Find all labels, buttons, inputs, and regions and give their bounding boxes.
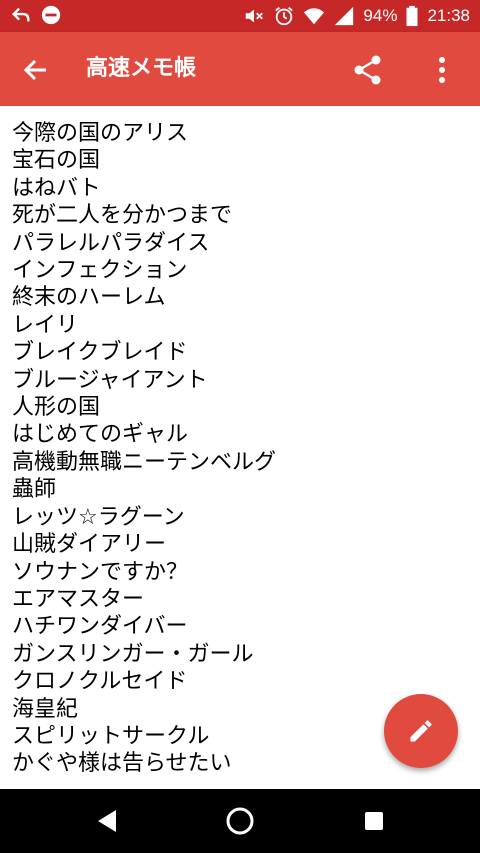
nav-recents-icon bbox=[365, 812, 383, 830]
back-arrow-icon bbox=[10, 4, 32, 26]
nav-home-button[interactable] bbox=[224, 805, 256, 837]
nav-home-icon bbox=[226, 807, 254, 835]
nav-back-icon bbox=[98, 810, 116, 832]
memo-editor[interactable]: 今際の国のアリス 宝石の国 はねバト 死が二人を分かつまで パラレルパラダイス … bbox=[0, 106, 480, 789]
more-vert-icon bbox=[439, 57, 445, 83]
share-button[interactable] bbox=[350, 52, 386, 88]
memo-line: ガンスリンガー・ガール bbox=[12, 641, 254, 667]
alarm-icon bbox=[273, 5, 295, 27]
app-toolbar: 高速メモ帳 bbox=[0, 32, 480, 106]
share-icon bbox=[354, 55, 381, 85]
memo-line: レッツ☆ラグーン bbox=[12, 504, 185, 530]
wifi-icon bbox=[303, 5, 325, 27]
do-not-disturb-icon bbox=[40, 4, 62, 26]
back-arrow-icon bbox=[23, 59, 46, 81]
edit-fab-button[interactable] bbox=[384, 694, 458, 768]
memo-line: ソウナンですか？ bbox=[12, 559, 189, 585]
mute-icon bbox=[243, 5, 265, 27]
clock: 21:38 bbox=[427, 6, 470, 25]
memo-line: 高機動無職ニーテンベルグ bbox=[12, 449, 277, 475]
memo-line: インフェクション bbox=[12, 258, 188, 284]
pencil-edit-icon bbox=[410, 720, 432, 742]
page-title: 高速メモ帳 bbox=[86, 56, 197, 81]
memo-line: レイリ bbox=[12, 312, 79, 338]
memo-line: パラレルパラダイス bbox=[12, 230, 210, 256]
system-nav-bar bbox=[0, 789, 480, 853]
signal-icon bbox=[333, 5, 355, 27]
memo-line: はねバト bbox=[12, 175, 101, 201]
memo-line: 死が二人を分かつまで bbox=[12, 203, 233, 229]
memo-line: ブレイクブレイド bbox=[12, 340, 188, 366]
memo-line: 山賊ダイアリー bbox=[12, 532, 167, 558]
memo-line: 終末のハーレム bbox=[12, 285, 166, 311]
memo-line: ブルージャイアント bbox=[12, 367, 208, 393]
more-options-button[interactable] bbox=[424, 52, 460, 88]
memo-line: 蟲師 bbox=[12, 477, 57, 503]
battery-percent: 94% bbox=[363, 6, 398, 25]
memo-line: 宝石の国 bbox=[12, 148, 101, 174]
memo-line: はじめてのギャル bbox=[12, 422, 189, 448]
memo-line: クロノクルセイド bbox=[12, 669, 188, 695]
memo-lines: 今際の国のアリス 宝石の国 はねバト 死が二人を分かつまで パラレルパラダイス … bbox=[0, 106, 480, 778]
memo-line: 今際の国のアリス bbox=[12, 121, 189, 146]
back-button[interactable] bbox=[18, 52, 54, 88]
status-bar: 94% 21:38 bbox=[0, 0, 480, 32]
battery-icon bbox=[405, 5, 419, 27]
memo-line: エアマスター bbox=[12, 586, 145, 612]
nav-recents-button[interactable] bbox=[358, 805, 390, 837]
memo-line: ハチワンダイバー bbox=[12, 614, 188, 640]
memo-line: 人形の国 bbox=[12, 395, 101, 421]
nav-back-button[interactable] bbox=[92, 805, 124, 837]
